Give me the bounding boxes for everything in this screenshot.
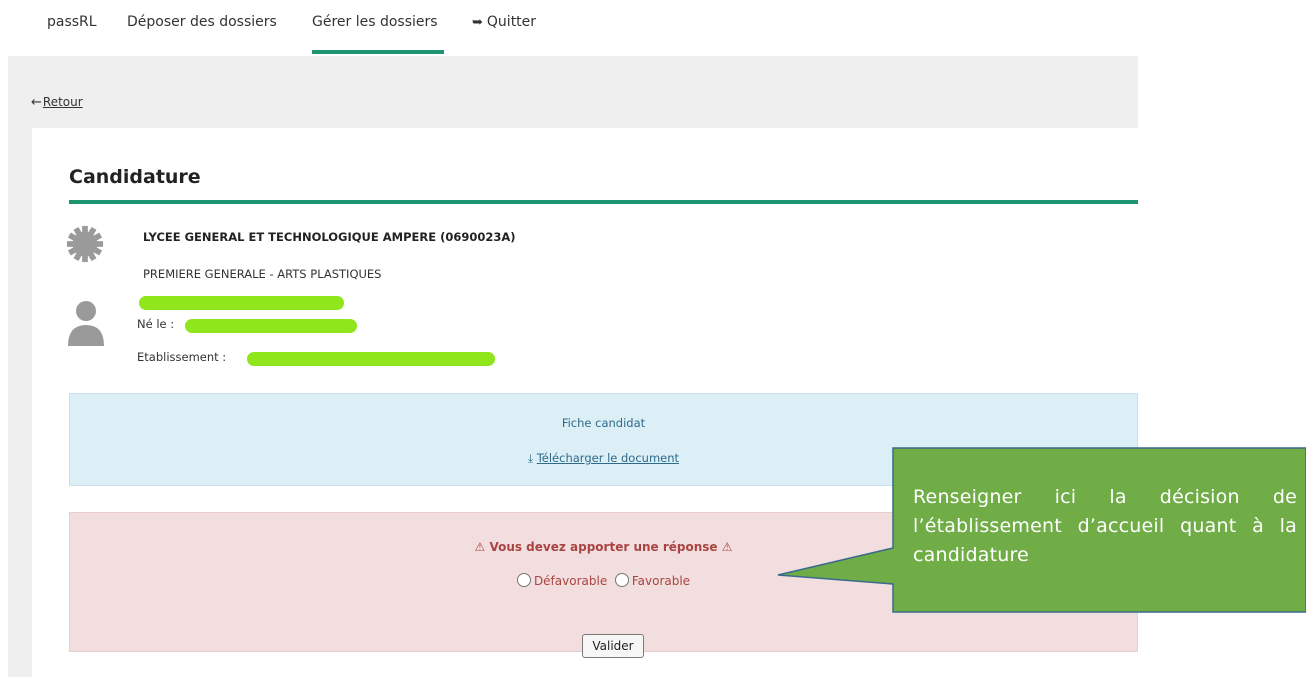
submit-button[interactable]: Valider xyxy=(582,634,644,658)
download-link-label: Télécharger le document xyxy=(536,451,680,465)
active-tab-indicator xyxy=(312,50,444,54)
user-icon xyxy=(68,301,104,346)
school-name: LYCEE GENERAL ET TECHNOLOGIQUE AMPERE (0… xyxy=(143,230,516,244)
warning-icon: ⚠ xyxy=(474,540,486,554)
download-icon: ⤓ xyxy=(527,451,534,465)
redacted-name xyxy=(139,296,344,310)
radio-defavorable[interactable] xyxy=(516,573,531,587)
page-title: Candidature xyxy=(69,166,201,188)
sign-out-icon: ➥ xyxy=(472,15,483,30)
gear-icon xyxy=(66,225,104,263)
document-box: Fiche candidat ⤓ Télécharger le document xyxy=(69,393,1138,486)
etablissement-label: Etablissement : xyxy=(137,350,227,364)
arrow-left-icon: ← xyxy=(31,95,42,110)
label-defavorable[interactable]: Défavorable xyxy=(534,574,607,588)
redacted-etablissement xyxy=(247,352,495,366)
radio-favorable[interactable] xyxy=(614,573,629,587)
nav-quitter[interactable]: ➥ Quitter xyxy=(472,14,536,30)
brand-link[interactable]: passRL xyxy=(47,14,97,30)
warning-icon: ⚠ xyxy=(721,540,733,554)
formation-name: PREMIERE GENERALE - ARTS PLASTIQUES xyxy=(143,267,382,281)
warning-text: Vous devez apporter une réponse xyxy=(489,540,718,554)
top-navbar: passRL Déposer des dossiers Gérer les do… xyxy=(0,0,1306,56)
callout-text: Renseigner ici la décision de l’établiss… xyxy=(913,486,1297,566)
title-divider xyxy=(69,200,1138,204)
label-favorable[interactable]: Favorable xyxy=(632,574,690,588)
back-link-label: Retour xyxy=(42,95,83,109)
back-link[interactable]: ←Retour xyxy=(31,95,83,110)
decision-options: Défavorable Favorable xyxy=(70,573,1137,588)
redacted-birth-date xyxy=(185,319,357,333)
nav-quitter-label: Quitter xyxy=(486,14,537,30)
document-title: Fiche candidat xyxy=(561,416,646,430)
birth-date-label: Né le : xyxy=(137,317,175,331)
nav-deposer-dossiers[interactable]: Déposer des dossiers xyxy=(127,14,277,30)
download-link[interactable]: ⤓ Télécharger le document xyxy=(70,451,1137,466)
nav-gerer-dossiers[interactable]: Gérer les dossiers xyxy=(312,14,438,30)
